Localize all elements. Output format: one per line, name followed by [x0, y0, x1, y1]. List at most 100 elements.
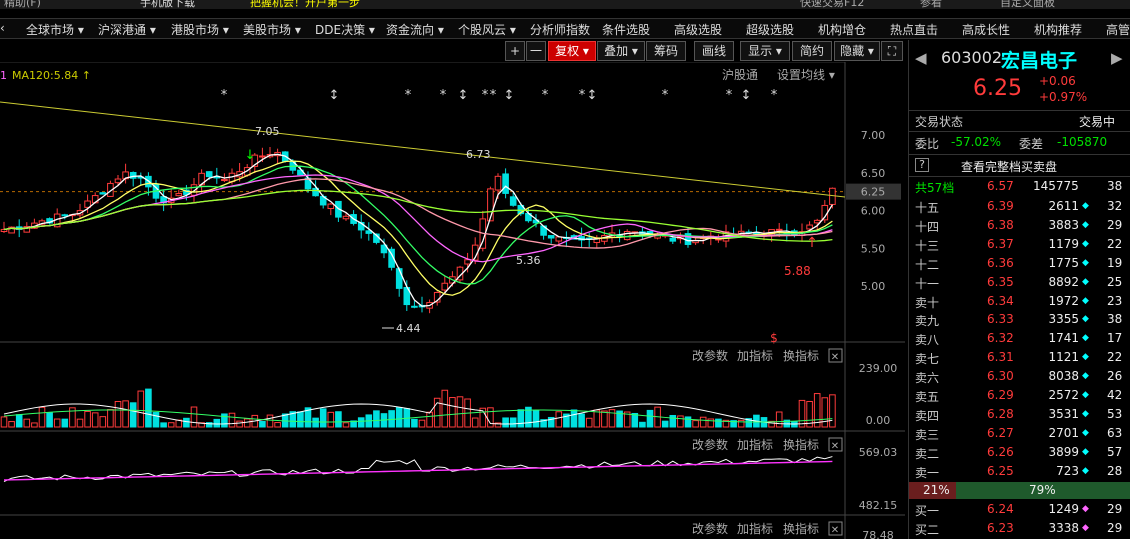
ratio-bar: 21% 79% [909, 482, 1130, 499]
menu-item-us[interactable]: 美股市场 ▾ [243, 21, 301, 38]
diamond-icon: ◆ [1082, 276, 1089, 287]
volume-bar [585, 417, 593, 428]
ask-row[interactable]: 卖一 6.25 723 ◆ 28 [909, 462, 1130, 481]
simple-button[interactable]: 简约 [792, 41, 832, 61]
menu-item-global[interactable]: 全球市场 ▾ [26, 21, 84, 38]
hide-dropdown[interactable]: 隐藏 ▾ [834, 41, 880, 61]
set-ma-link[interactable]: 设置均线 ▾ [777, 68, 835, 82]
draw-line-button[interactable]: 画线 [694, 41, 734, 61]
price-tick: 7.00 [861, 129, 886, 142]
menu-item-analyst[interactable]: 分析师指数 [530, 21, 590, 38]
ask-volume: 8038 [1048, 369, 1079, 384]
event-marker: * [579, 88, 586, 103]
menu-item-stock-news[interactable]: 个股风云 ▾ [458, 21, 516, 38]
diamond-icon: ◆ [1082, 522, 1089, 533]
edit-params-button[interactable]: 改参数 [692, 437, 728, 452]
volume-bar [8, 421, 15, 428]
menu-item-advanced[interactable]: 高级选股 [674, 21, 722, 38]
menu-item-fund-flow[interactable]: 资金流向 ▾ [386, 21, 444, 38]
ask-row[interactable]: 十一 6.35 8892 ◆ 25 [909, 273, 1130, 292]
candle-body [114, 178, 122, 184]
close-icon: ✕ [831, 352, 839, 363]
menu-item-growth[interactable]: 高成长性 [962, 21, 1010, 38]
next-stock-icon[interactable]: ▶ [1111, 49, 1123, 67]
volume-bar [61, 418, 69, 428]
edit-params-button[interactable]: 改参数 [692, 521, 728, 536]
low-label-2: 5.36 [516, 254, 541, 267]
menu-item-exec[interactable]: 高管 [1106, 21, 1130, 38]
ask-row[interactable]: 卖二 6.26 3899 ◆ 57 [909, 443, 1130, 462]
menu-item-inst-add[interactable]: 机构增仓 [818, 21, 866, 38]
switch-indicator-button[interactable]: 换指标 [783, 437, 819, 452]
chip-button[interactable]: 筹码 [646, 41, 686, 61]
menu-item-hotspot[interactable]: 热点直击 [890, 21, 938, 38]
fuquan-dropdown[interactable]: 复权 ▾ [548, 41, 596, 61]
add-indicator-button[interactable]: 加指标 [737, 348, 773, 363]
ask-price: 6.37 [987, 236, 1014, 251]
bid-row[interactable]: 买一 6.24 1249 ◆ 29 [909, 500, 1130, 519]
view-link[interactable]: 参看 [920, 0, 942, 9]
ask-row[interactable]: 卖四 6.28 3531 ◆ 53 [909, 405, 1130, 424]
total-levels-count: 38 [1107, 179, 1123, 193]
event-marker: * [490, 88, 497, 103]
volume-bar [601, 410, 608, 428]
candle-body [441, 282, 449, 291]
full-book-row[interactable]: ? 查看完整档买卖盘 [909, 156, 1130, 175]
menu-item-condition[interactable]: 条件选股 [602, 21, 650, 38]
ask-row[interactable]: 卖五 6.29 2572 ◆ 42 [909, 386, 1130, 405]
weibi-row: 委比 -57.02% 委差 -105870 [909, 133, 1130, 152]
menu-item-super[interactable]: 超级选股 [746, 21, 794, 38]
diamond-icon: ◆ [1082, 295, 1089, 306]
ask-row[interactable]: 卖八 6.32 1741 ◆ 17 [909, 329, 1130, 348]
volume-bar [46, 412, 53, 428]
kline-chart[interactable]: 1 MA120:5.84 ↑ 沪股通 设置均线 ▾* ↕ * * ↕ * * ↕ * * ↕ * * ↕ *7.0… [0, 62, 905, 539]
edit-params-button[interactable]: 改参数 [692, 348, 728, 363]
fullscreen-icon[interactable]: ⛶ [881, 41, 903, 61]
ask-price: 6.35 [987, 274, 1014, 289]
menu-item-inst-rec[interactable]: 机构推荐 [1034, 21, 1082, 38]
display-dropdown[interactable]: 显示 ▾ [740, 41, 790, 61]
full-book-link[interactable]: 查看完整档买卖盘 [961, 158, 1057, 175]
switch-indicator-button[interactable]: 换指标 [783, 348, 819, 363]
ask-row[interactable]: 卖七 6.31 1121 ◆ 22 [909, 348, 1130, 367]
switch-indicator-button[interactable]: 换指标 [783, 521, 819, 536]
top-item[interactable]: 精助(F) [4, 0, 41, 9]
menu-item-hugangtong[interactable]: 沪深港通 ▾ [98, 21, 156, 38]
volume-bar [829, 394, 836, 428]
menu-bar: ‹ 全球市场 ▾ 沪深港通 ▾ 港股市场 ▾ 美股市场 ▾ DDE决策 ▾ 资金… [0, 18, 1130, 39]
mobile-download-link[interactable]: 手机版下载 [140, 0, 195, 9]
bid-row[interactable]: 买二 6.23 3338 ◆ 29 [909, 519, 1130, 538]
ask-row[interactable]: 卖十 6.34 1972 ◆ 23 [909, 292, 1130, 311]
zoom-in-button[interactable]: + [505, 41, 525, 61]
chart-area[interactable]: 1 MA120:5.84 ↑ 沪股通 设置均线 ▾ * ↕ * * ↕ * * ↕ * * ↕ * * ↕ * 7.0… [0, 62, 905, 539]
candle-body [494, 175, 502, 191]
ask-row[interactable]: 十二 6.36 1775 ◆ 19 [909, 254, 1130, 273]
ask-row[interactable]: 十五 6.39 2611 ◆ 32 [909, 197, 1130, 216]
ask-count: 29 [1107, 217, 1123, 232]
add-indicator-button[interactable]: 加指标 [737, 437, 773, 452]
diamond-icon: ◆ [1082, 465, 1089, 476]
menu-item-prev[interactable]: ‹ [0, 21, 5, 35]
ask-row[interactable]: 十三 6.37 1179 ◆ 22 [909, 235, 1130, 254]
custom-panel-link[interactable]: 自定义面板 [1000, 0, 1055, 9]
fast-trade-link[interactable]: 快速交易F12 [800, 0, 864, 9]
volume-bar [266, 414, 274, 428]
candle-body [175, 193, 183, 197]
menu-item-hk[interactable]: 港股市场 ▾ [171, 21, 229, 38]
candle-body [259, 155, 266, 158]
menu-item-dde[interactable]: DDE决策 ▾ [315, 21, 375, 38]
overlay-dropdown[interactable]: 叠加 ▾ [597, 41, 645, 61]
ask-row[interactable]: 十四 6.38 3883 ◆ 29 [909, 216, 1130, 235]
ask-row[interactable]: 卖三 6.27 2701 ◆ 63 [909, 424, 1130, 443]
open-account-link[interactable]: 把握机会！开户第一步 [250, 0, 360, 9]
weicha-value: -105870 [1057, 135, 1108, 149]
volume-bar [319, 408, 327, 428]
ask-row[interactable]: 卖六 6.30 8038 ◆ 26 [909, 367, 1130, 386]
zoom-out-button[interactable]: 一 [526, 41, 546, 61]
help-icon[interactable]: ? [915, 158, 929, 172]
prev-stock-icon[interactable]: ◀ [915, 49, 927, 67]
event-marker: * [771, 88, 778, 103]
ask-row[interactable]: 卖九 6.33 3355 ◆ 38 [909, 310, 1130, 329]
ask-label: 卖六 [915, 371, 940, 386]
add-indicator-button[interactable]: 加指标 [737, 521, 773, 536]
